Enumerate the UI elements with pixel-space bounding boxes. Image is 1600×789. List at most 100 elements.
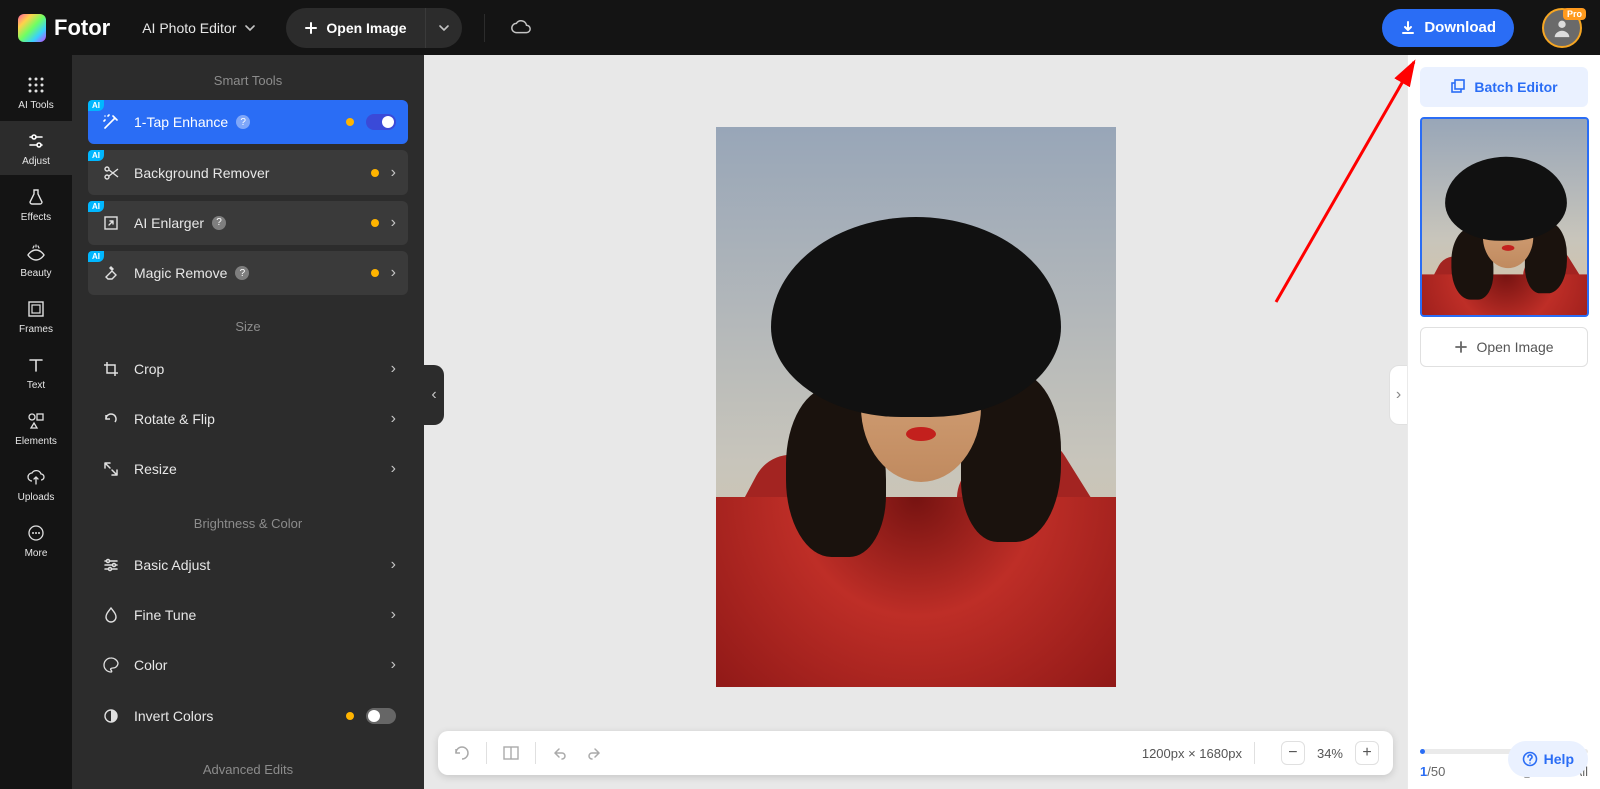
rail-item-elements[interactable]: Elements	[0, 401, 72, 455]
tool-crop[interactable]: Crop ›	[88, 346, 408, 390]
tool-resize[interactable]: Resize ›	[88, 447, 408, 491]
wand-icon	[100, 113, 122, 131]
chevron-right-icon: ›	[391, 460, 396, 478]
mode-selector[interactable]: AI Photo Editor	[142, 20, 256, 36]
upload-icon	[25, 466, 47, 488]
rail-item-beauty[interactable]: Beauty	[0, 233, 72, 287]
rail-item-ai-tools[interactable]: AI Tools	[0, 65, 72, 119]
open-image-dropdown[interactable]	[426, 8, 462, 48]
rail-label: Beauty	[20, 268, 51, 279]
tool-label: Magic Remove	[134, 265, 227, 281]
sliders-icon	[100, 556, 122, 574]
open-image-button-right[interactable]: Open Image	[1420, 327, 1588, 367]
section-header-advanced: Advanced Edits	[72, 744, 424, 789]
ai-badge: AI	[88, 100, 104, 111]
zoom-value[interactable]: 34%	[1317, 746, 1343, 761]
rail-label: Text	[27, 380, 45, 391]
rail-label: Elements	[15, 436, 57, 447]
invert-toggle[interactable]	[366, 708, 396, 724]
section-header-brightness: Brightness & Color	[72, 498, 424, 543]
image-count: 1/50	[1420, 764, 1445, 779]
rail-item-text[interactable]: Text	[0, 345, 72, 399]
tool-label: 1-Tap Enhance	[134, 114, 228, 130]
rail-item-effects[interactable]: Effects	[0, 177, 72, 231]
text-icon	[25, 354, 47, 376]
canvas-dimensions: 1200px × 1680px	[1142, 746, 1242, 761]
tool-rotate-flip[interactable]: Rotate & Flip ›	[88, 397, 408, 441]
download-label: Download	[1424, 19, 1496, 36]
undo-icon[interactable]	[550, 743, 570, 763]
tool-label: Resize	[134, 461, 177, 477]
ai-badge: AI	[88, 201, 104, 212]
tool-label: Background Remover	[134, 165, 269, 181]
help-button[interactable]: Help	[1508, 741, 1588, 777]
zoom-out-button[interactable]: −	[1281, 741, 1305, 765]
section-header-size: Size	[72, 301, 424, 346]
canvas-status-bar: 1200px × 1680px − 34% +	[438, 731, 1393, 775]
eye-icon	[25, 242, 47, 264]
chevron-right-icon: ›	[391, 606, 396, 624]
tool-invert-colors[interactable]: Invert Colors	[88, 694, 408, 738]
tool-bg-remover[interactable]: AI Background Remover ›	[88, 150, 408, 194]
rail-item-uploads[interactable]: Uploads	[0, 457, 72, 511]
chevron-right-icon: ›	[391, 556, 396, 574]
premium-dot	[371, 219, 379, 227]
help-icon[interactable]: ?	[212, 216, 226, 230]
download-button[interactable]: Download	[1382, 9, 1514, 47]
rail-label: Adjust	[22, 156, 50, 167]
batch-editor-button[interactable]: Batch Editor	[1420, 67, 1588, 107]
tool-label: Crop	[134, 361, 164, 377]
chevron-right-icon: ›	[391, 656, 396, 674]
rail-label: More	[25, 548, 48, 559]
redo-icon[interactable]	[584, 743, 604, 763]
collapse-tools-panel[interactable]: ‹	[424, 365, 444, 425]
help-icon[interactable]: ?	[236, 115, 250, 129]
canvas-area[interactable]: 1200px × 1680px − 34% +	[424, 55, 1407, 789]
resize-icon	[100, 460, 122, 478]
grid-icon	[25, 74, 47, 96]
download-icon	[1400, 20, 1416, 36]
crop-icon	[100, 360, 122, 378]
help-icon[interactable]: ?	[235, 266, 249, 280]
photo-illustration	[716, 127, 1116, 687]
cloud-sync-button[interactable]	[507, 14, 535, 42]
logo-text: Fotor	[54, 15, 110, 41]
help-label: Help	[1544, 751, 1574, 767]
tool-ai-enlarger[interactable]: AI AI Enlarger? ›	[88, 201, 408, 245]
tool-magic-remove[interactable]: AI Magic Remove? ›	[88, 251, 408, 295]
rotate-icon	[100, 410, 122, 428]
more-icon	[25, 522, 47, 544]
history-icon[interactable]	[452, 743, 472, 763]
plus-icon	[1454, 340, 1468, 354]
shapes-icon	[25, 410, 47, 432]
chevron-right-icon: ›	[391, 264, 396, 282]
compare-icon[interactable]	[501, 743, 521, 763]
top-bar: Fotor AI Photo Editor Open Image Downloa…	[0, 0, 1600, 55]
chevron-right-icon: ›	[391, 164, 396, 182]
tool-1tap-enhance[interactable]: AI 1-Tap Enhance?	[88, 100, 408, 144]
open-image-label: Open Image	[326, 20, 406, 36]
right-panel: Batch Editor Open Image 1/50	[1407, 55, 1600, 789]
tool-color[interactable]: Color ›	[88, 643, 408, 687]
canvas-image[interactable]	[716, 127, 1116, 687]
rail-item-adjust[interactable]: Adjust	[0, 121, 72, 175]
enhance-toggle[interactable]	[366, 114, 396, 130]
sliders-icon	[25, 130, 47, 152]
tool-fine-tune[interactable]: Fine Tune ›	[88, 593, 408, 637]
rail-label: Effects	[21, 212, 51, 223]
rail-item-frames[interactable]: Frames	[0, 289, 72, 343]
premium-dot	[371, 269, 379, 277]
user-avatar[interactable]: Pro	[1542, 8, 1582, 48]
collapse-right-panel[interactable]: ›	[1389, 365, 1407, 425]
tool-label: Invert Colors	[134, 708, 213, 724]
open-image-button[interactable]: Open Image	[286, 20, 424, 36]
logo[interactable]: Fotor	[18, 14, 110, 42]
open-image-button-group: Open Image	[286, 8, 461, 48]
tool-basic-adjust[interactable]: Basic Adjust ›	[88, 543, 408, 587]
image-thumbnail[interactable]	[1420, 117, 1589, 317]
tool-label: Basic Adjust	[134, 557, 210, 573]
rail-item-more[interactable]: More	[0, 513, 72, 567]
premium-dot	[346, 118, 354, 126]
zoom-in-button[interactable]: +	[1355, 741, 1379, 765]
invert-icon	[100, 707, 122, 725]
